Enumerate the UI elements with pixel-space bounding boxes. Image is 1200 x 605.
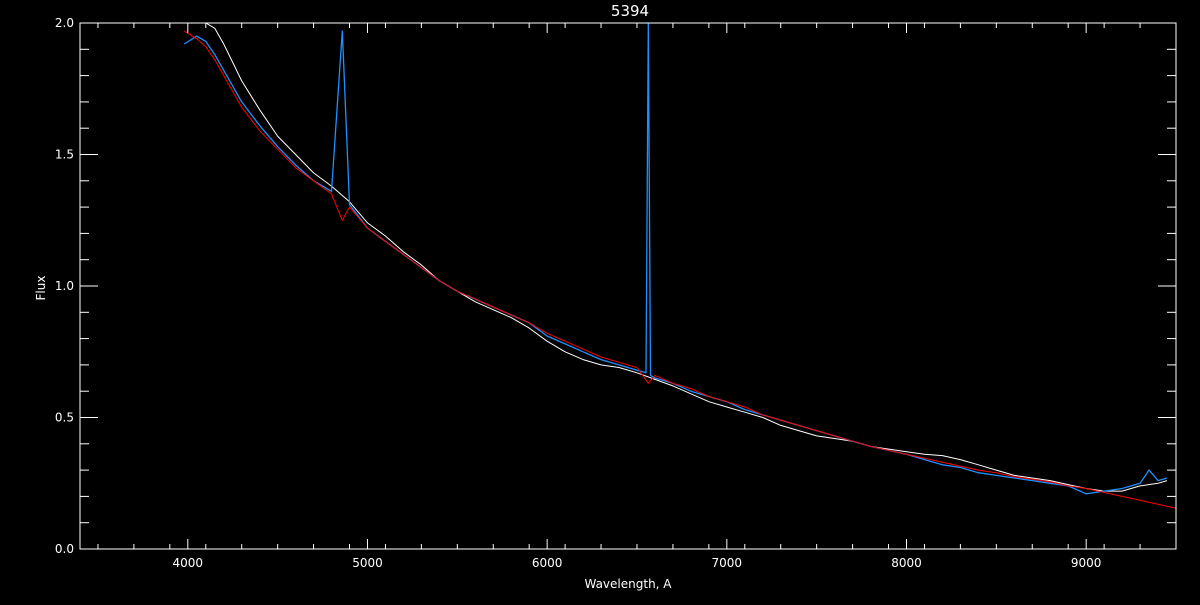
x-axis-label: Wavelength, A [584,577,672,591]
chart-title: 5394 [611,2,649,20]
x-tick-label: 7000 [712,556,743,570]
y-tick-label: 2.0 [55,16,74,30]
x-tick-label: 9000 [1071,556,1102,570]
x-tick-label: 8000 [891,556,922,570]
y-tick-label: 1.5 [55,148,74,162]
x-tick-label: 4000 [173,556,204,570]
y-tick-label: 1.0 [55,279,74,293]
x-tick-label: 5000 [352,556,383,570]
y-tick-label: 0.5 [55,411,74,425]
chart-svg: 4000 5000 6000 7000 8000 90000.00.51.01.52.0 … [0,0,1200,600]
y-tick-label: 0.0 [55,542,74,556]
chart-background [0,0,1200,600]
x-tick-label: 6000 [532,556,563,570]
y-axis-label: Flux [34,276,48,301]
spectrum-chart: 4000 5000 6000 7000 8000 9000 0.0 0.5 1.0 1.5 2.0 … [0,0,1200,600]
